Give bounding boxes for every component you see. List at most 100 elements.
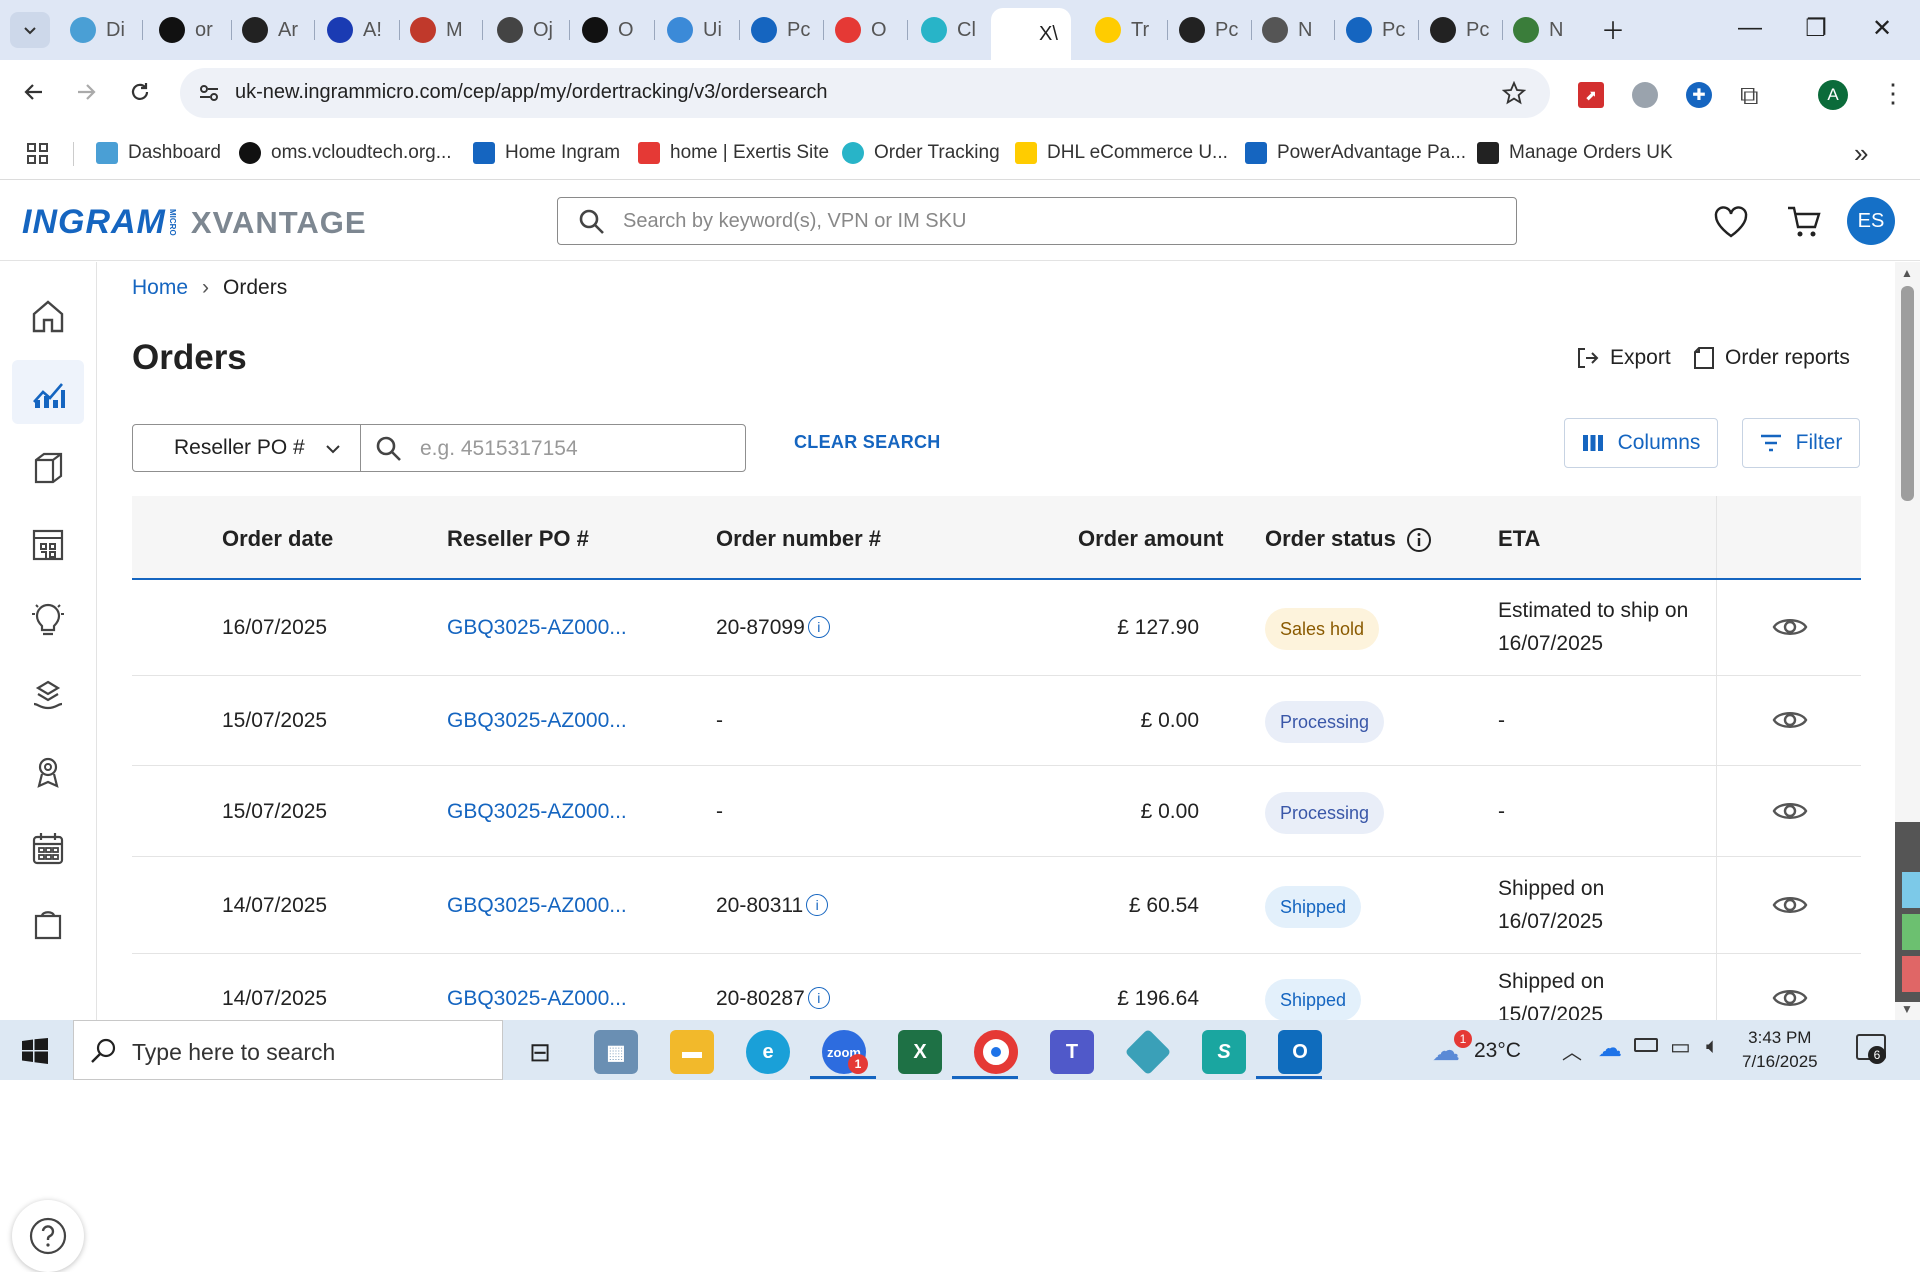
puzzle-extension-icon[interactable]: ✚ (1686, 82, 1712, 108)
clear-search-button[interactable]: CLEAR SEARCH (794, 432, 941, 453)
apps-grid-icon[interactable] (26, 142, 50, 171)
view-eye-icon[interactable] (1772, 985, 1808, 1011)
sidebar-item-vendors[interactable] (12, 512, 84, 576)
view-eye-icon[interactable] (1772, 892, 1808, 918)
sidebar-item-home[interactable] (12, 284, 84, 348)
sidebar-item-shop[interactable] (12, 892, 84, 956)
teams-icon[interactable]: T (1050, 1030, 1094, 1074)
sidebar-item-orders[interactable] (12, 360, 84, 424)
bookmark-item[interactable]: Manage Orders UK (1477, 138, 1673, 168)
order-info-icon[interactable]: i (807, 616, 830, 638)
order-number-text[interactable]: 20-80311 (716, 894, 803, 917)
scroll-down-arrow[interactable]: ▼ (1901, 1002, 1913, 1016)
profile-avatar[interactable]: A (1818, 80, 1848, 110)
bookmark-item[interactable]: Order Tracking (842, 138, 1000, 168)
order-search-input[interactable]: e.g. 4515317154 (420, 437, 578, 461)
cell-reseller-po-link[interactable]: GBQ3025-AZ000... (447, 987, 627, 1011)
order-number-text[interactable]: 20-87099 (716, 616, 805, 639)
help-button[interactable] (12, 1200, 84, 1272)
order-number-text[interactable]: 20-80287 (716, 987, 805, 1010)
search-field-select[interactable]: Reseller PO # (133, 425, 361, 471)
weather-widget[interactable]: ☁ 1 23°C (1432, 1030, 1521, 1067)
bookmark-item[interactable]: oms.vcloudtech.org... (239, 138, 452, 168)
edge-icon[interactable]: e (746, 1030, 790, 1074)
browser-tab[interactable]: Cl (909, 10, 987, 50)
info-icon[interactable] (1406, 527, 1432, 553)
cell-reseller-po-link[interactable]: GBQ3025-AZ000... (447, 894, 627, 918)
header-order-amount[interactable]: Order amount (1078, 526, 1223, 552)
new-tab-button[interactable]: ＋ (1583, 8, 1643, 48)
header-eta[interactable]: ETA (1498, 526, 1540, 552)
browser-tab[interactable]: N (1501, 10, 1579, 50)
filter-button[interactable]: Filter (1742, 418, 1860, 468)
ingram-xvantage-logo[interactable]: INGRAM MICRO XVANTAGE (22, 203, 367, 242)
extensions-icon[interactable]: ⧉ (1740, 80, 1759, 112)
breadcrumb-home-link[interactable]: Home (132, 276, 188, 300)
bookmark-item[interactable]: Dashboard (96, 138, 221, 168)
view-eye-icon[interactable] (1772, 798, 1808, 824)
minimize-button[interactable]: — (1720, 8, 1780, 48)
outlook-icon[interactable]: O (1278, 1030, 1322, 1074)
app-s-icon[interactable]: S (1202, 1030, 1246, 1074)
browser-tab[interactable]: Ui (655, 10, 733, 50)
app-diamond-icon[interactable] (1124, 1028, 1172, 1076)
network-icon[interactable]: ▭ (1670, 1034, 1691, 1060)
page-scrollbar[interactable]: ▲ ▼ (1895, 262, 1920, 1020)
table-row[interactable]: 15/07/2025 GBQ3025-AZ000... - £ 0.00 Process… (132, 676, 1861, 766)
sidebar-item-insights[interactable] (12, 588, 84, 652)
browser-tab[interactable]: Di (58, 10, 136, 50)
chrome-menu-icon[interactable]: ⋮ (1880, 78, 1906, 108)
pdf-extension-icon[interactable]: ⬈ (1578, 82, 1604, 108)
sidebar-item-calendar[interactable] (12, 816, 84, 880)
sidebar-item-products[interactable] (12, 436, 84, 500)
header-reseller-po[interactable]: Reseller PO # (447, 526, 589, 552)
tab-search-button[interactable] (10, 12, 50, 48)
user-avatar[interactable]: ES (1847, 197, 1895, 245)
close-tab-icon[interactable]: ✕ (1070, 24, 1071, 45)
cell-reseller-po-link[interactable]: GBQ3025-AZ000... (447, 616, 627, 640)
bookmark-item[interactable]: Home Ingram (473, 138, 620, 168)
forward-button[interactable] (66, 72, 106, 112)
windows-start-icon[interactable] (22, 1038, 48, 1064)
sidebar-item-services[interactable] (12, 664, 84, 728)
back-button[interactable] (14, 72, 54, 112)
browser-tab[interactable]: O (570, 10, 648, 50)
site-info-icon[interactable] (198, 82, 220, 104)
global-search-input[interactable]: Search by keyword(s), VPN or IM SKU (557, 197, 1517, 245)
scrollbar-thumb[interactable] (1901, 286, 1914, 501)
system-clock[interactable]: 3:43 PM 7/16/2025 (1742, 1026, 1818, 1074)
view-eye-icon[interactable] (1772, 707, 1808, 733)
task-view-icon[interactable]: ⊟ (518, 1030, 562, 1074)
header-order-number[interactable]: Order number # (716, 526, 881, 552)
notification-center-icon[interactable]: 6 (1856, 1034, 1886, 1064)
export-button[interactable]: Export (1576, 346, 1671, 370)
header-order-date[interactable]: Order date (222, 526, 333, 552)
browser-tab[interactable]: O (823, 10, 901, 50)
file-explorer-icon[interactable]: ▬ (670, 1030, 714, 1074)
browser-tab[interactable]: A! (315, 10, 393, 50)
order-info-icon[interactable]: i (807, 987, 830, 1009)
table-row[interactable]: 15/07/2025 GBQ3025-AZ000... - £ 0.00 Process… (132, 766, 1861, 857)
browser-tab[interactable]: or (147, 10, 225, 50)
chrome-icon[interactable] (974, 1030, 1018, 1074)
browser-tab[interactable]: X\ ✕ (991, 8, 1071, 60)
browser-tab[interactable]: M (398, 10, 476, 50)
cell-reseller-po-link[interactable]: GBQ3025-AZ000... (447, 800, 627, 824)
volume-icon[interactable]: 🔈︎ (1706, 1033, 1719, 1059)
browser-tab[interactable]: Oj (485, 10, 563, 50)
browser-tab[interactable]: Pc (1167, 10, 1245, 50)
onedrive-icon[interactable]: ☁ (1598, 1034, 1622, 1063)
header-order-status[interactable]: Order status (1265, 526, 1396, 552)
table-row[interactable]: 14/07/2025 GBQ3025-AZ000... 20-80311 i £ 60.… (132, 857, 1861, 954)
order-reports-button[interactable]: Order reports (1693, 346, 1850, 370)
table-row[interactable]: 16/07/2025 GBQ3025-AZ000... 20-87099 i £ 127… (132, 580, 1861, 676)
restore-button[interactable]: ❐ (1786, 8, 1846, 48)
calculator-icon[interactable]: ▦ (594, 1030, 638, 1074)
browser-tab[interactable]: Pc (739, 10, 817, 50)
view-eye-icon[interactable] (1772, 614, 1808, 640)
cell-reseller-po-link[interactable]: GBQ3025-AZ000... (447, 709, 627, 733)
scroll-up-arrow[interactable]: ▲ (1901, 266, 1913, 280)
zoom-icon[interactable]: zoom 1 (822, 1030, 868, 1074)
bookmark-item[interactable]: PowerAdvantage Pa... (1245, 138, 1466, 168)
close-window-button[interactable]: ✕ (1852, 8, 1912, 48)
